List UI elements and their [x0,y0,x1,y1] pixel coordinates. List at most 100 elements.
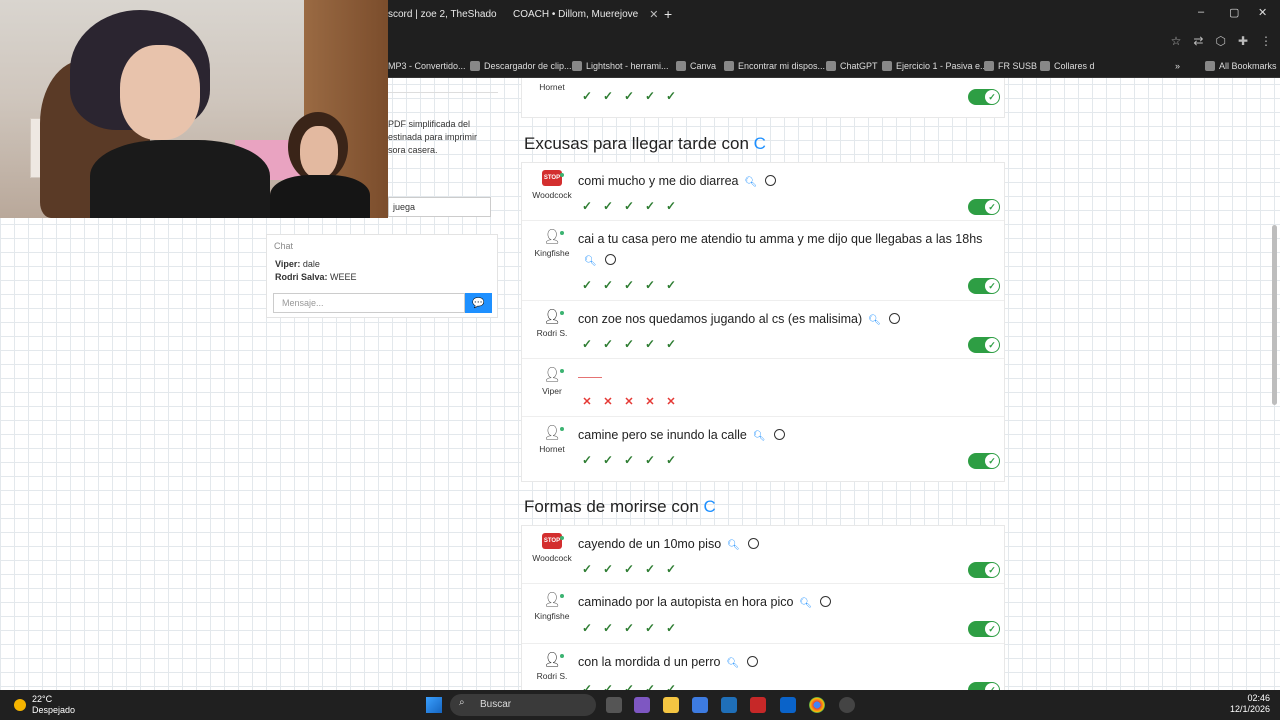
check-icon[interactable]: ✓ [601,621,615,635]
check-icon[interactable]: ✓ [622,89,636,103]
emoji-icon[interactable] [765,175,777,186]
outlook-icon[interactable] [780,697,796,713]
send-button[interactable]: 💬 [465,293,492,313]
cross-icon[interactable]: ✕ [622,395,636,409]
bookmark-item[interactable]: Encontrar mi dispos... [724,61,825,71]
check-icon[interactable]: ✓ [601,562,615,576]
cross-icon[interactable]: ✕ [601,395,615,409]
check-icon[interactable]: ✓ [622,337,636,351]
valid-toggle[interactable] [968,89,1000,105]
check-icon[interactable]: ✓ [643,682,657,690]
bookmark-item[interactable]: Descargador de clip... [470,61,572,71]
emoji-icon[interactable] [747,656,759,667]
bookmark-item[interactable]: Canva [676,61,716,71]
check-icon[interactable]: ✓ [664,562,678,576]
check-icon[interactable]: ✓ [580,89,594,103]
check-icon[interactable]: ✓ [601,453,615,467]
tab-coach[interactable]: COACH • Dillom, Muerejove ✕ [508,4,658,24]
file-explorer-icon[interactable] [663,697,679,713]
check-icon[interactable]: ✓ [664,682,678,690]
check-icon[interactable]: ✓ [664,89,678,103]
cross-icon[interactable]: ✕ [664,395,678,409]
check-icon[interactable]: ✓ [601,278,615,292]
weather-widget[interactable]: 22°C Despejado [14,694,75,716]
search-icon[interactable]: 🔍︎ [744,177,757,188]
check-icon[interactable]: ✓ [643,89,657,103]
valid-toggle[interactable] [968,337,1000,353]
check-icon[interactable]: ✓ [664,621,678,635]
cross-icon[interactable]: ✕ [580,395,594,409]
check-icon[interactable]: ✓ [601,89,615,103]
bookmark-item[interactable]: MP3 - Convertido... [388,61,466,71]
emoji-icon[interactable] [604,254,616,265]
chevron-right-icon[interactable]: » [1175,61,1180,71]
valid-toggle[interactable] [968,682,1000,690]
cross-icon[interactable]: ✕ [643,395,657,409]
check-icon[interactable]: ✓ [622,278,636,292]
page-scrollbar[interactable] [1270,80,1278,690]
search-icon[interactable]: 🔍︎ [727,540,740,551]
check-icon[interactable]: ✓ [601,337,615,351]
check-icon[interactable]: ✓ [622,682,636,690]
windows-start-icon[interactable] [426,697,442,713]
search-icon[interactable]: 🔍︎ [799,598,812,609]
menu-icon[interactable]: ⋮ [1260,34,1272,48]
check-icon[interactable]: ✓ [664,199,678,213]
search-input[interactable]: juega [388,197,491,217]
valid-toggle[interactable] [968,199,1000,215]
chrome-icon[interactable] [809,697,825,713]
check-icon[interactable]: ✓ [643,278,657,292]
check-icon[interactable]: ✓ [643,562,657,576]
check-icon[interactable]: ✓ [643,337,657,351]
emoji-icon[interactable] [773,429,785,440]
search-icon[interactable]: 🔍︎ [584,256,597,267]
valid-toggle[interactable] [968,278,1000,294]
check-icon[interactable]: ✓ [601,199,615,213]
search-icon[interactable]: 🔍︎ [726,658,739,669]
system-clock[interactable]: 02:46 12/1/2026 [1228,693,1270,715]
dell-icon[interactable] [721,697,737,713]
bookmark-item[interactable]: Collares d [1040,61,1095,71]
check-icon[interactable]: ✓ [580,453,594,467]
scrollbar-thumb[interactable] [1272,225,1277,405]
check-icon[interactable]: ✓ [580,199,594,213]
minimize-icon[interactable]: – [1198,6,1204,18]
valid-toggle[interactable] [968,621,1000,637]
emoji-icon[interactable] [820,596,832,607]
search-icon[interactable]: 🔍︎ [868,315,881,326]
store-icon[interactable] [692,697,708,713]
chat-message-input[interactable]: Mensaje... [273,293,465,313]
close-icon[interactable]: ✕ [649,8,658,21]
tab-discord[interactable]: scord | zoe 2, TheShado ✕ [388,4,498,24]
check-icon[interactable]: ✓ [622,453,636,467]
check-icon[interactable]: ✓ [664,278,678,292]
close-window-icon[interactable]: ✕ [1258,6,1267,19]
copilot-icon[interactable] [634,697,650,713]
check-icon[interactable]: ✓ [643,453,657,467]
check-icon[interactable]: ✓ [643,621,657,635]
bookmark-item[interactable]: ChatGPT [826,61,878,71]
check-icon[interactable]: ✓ [622,562,636,576]
mcafee-icon[interactable] [750,697,766,713]
extension-icon[interactable]: ⬡ [1215,34,1225,48]
new-tab-button[interactable]: + [664,4,678,24]
star-icon[interactable]: ☆ [1171,34,1182,48]
puzzle-icon[interactable]: ✚ [1238,34,1248,48]
bookmark-item[interactable]: Lightshot - herrami... [572,61,669,71]
maximize-icon[interactable]: ▢ [1229,6,1239,19]
check-icon[interactable]: ✓ [580,278,594,292]
bookmark-item[interactable]: Ejercicio 1 - Pasiva e... [882,61,988,71]
check-icon[interactable]: ✓ [580,562,594,576]
emoji-icon[interactable] [888,313,900,324]
check-icon[interactable]: ✓ [580,337,594,351]
check-icon[interactable]: ✓ [664,337,678,351]
translate-icon[interactable]: ⇄ [1193,34,1203,48]
search-icon[interactable]: 🔍︎ [753,431,766,442]
taskbar-search[interactable]: ⌕ Buscar [450,694,596,716]
valid-toggle[interactable] [968,562,1000,578]
valid-toggle[interactable] [968,453,1000,469]
check-icon[interactable]: ✓ [643,199,657,213]
check-icon[interactable]: ✓ [664,453,678,467]
all-bookmarks[interactable]: All Bookmarks [1205,61,1277,71]
task-view-icon[interactable] [606,697,622,713]
